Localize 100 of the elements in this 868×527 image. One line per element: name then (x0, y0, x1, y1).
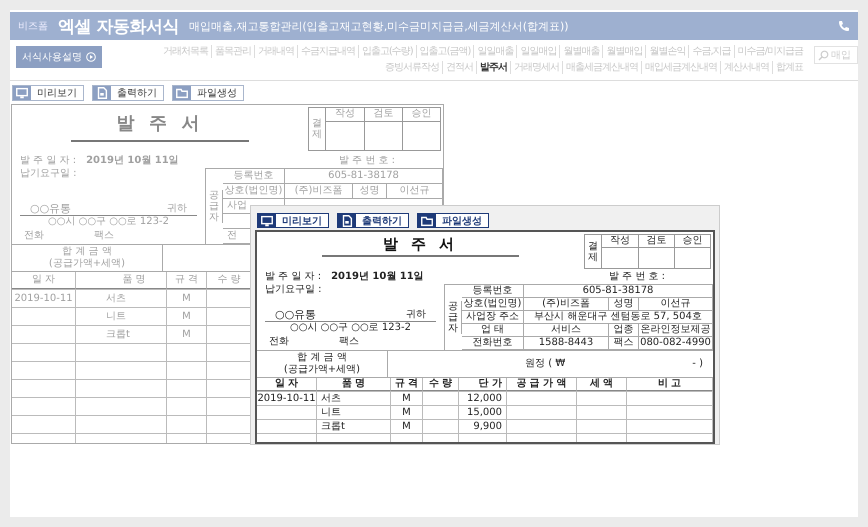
nav-link[interactable]: 월별매출 (559, 45, 602, 58)
nav-link[interactable]: 입출고(금액) (416, 45, 474, 58)
app-subtitle: 매입매출,재고통합관리(입출고재고현황,미수금미지급금,세금계산서(합계표)) (188, 18, 570, 34)
nav-link[interactable]: 수금지급내역 (296, 45, 358, 58)
recipient-address: ○○시 ○○구 ○○로 123-2 (289, 322, 412, 334)
nav-link[interactable]: 합계표 (772, 61, 806, 74)
field-label: 상호(법인명) (462, 298, 524, 311)
nav-link[interactable]: 계산서내역 (720, 61, 772, 74)
guide-button[interactable]: 서식사용설명 (16, 46, 102, 68)
nav-link[interactable]: 일일매입 (516, 45, 560, 58)
nav-link[interactable]: 거래처목록 (160, 45, 211, 58)
nav-link[interactable]: 매입세금계산내역 (641, 61, 720, 74)
table-cell: M (391, 406, 423, 419)
approval-header: 작성 (602, 235, 638, 248)
play-circle-icon (86, 52, 96, 62)
field-label: 사업장 주소 (462, 311, 524, 324)
table-cell: 2019-10-11 (12, 290, 76, 307)
honorific: 귀하 (406, 309, 426, 321)
phone-icon (838, 20, 850, 32)
column-header: 품 명 (317, 378, 391, 391)
nav-link[interactable]: 미수금/미지급금 (734, 45, 806, 58)
approval-header: 검토 (638, 235, 674, 248)
fax-label: 팩스 (339, 336, 359, 348)
field-value: (주)비즈폼 (524, 298, 609, 311)
brand-name: 비즈폼 (18, 20, 48, 33)
field-label: 사업 (227, 200, 247, 212)
table-cell: 2019-10-11 (257, 392, 317, 405)
approval-header: 승인 (402, 108, 440, 122)
field-label: 전화번호 (462, 337, 524, 350)
order-date-label: 발 주 일 자 : (20, 155, 76, 167)
nav-link[interactable]: 월별매입 (602, 45, 646, 58)
nav-link[interactable]: 수금,지급 (688, 45, 734, 58)
app-title: 엑셀 자동화서식 (58, 16, 179, 38)
recipient-address: ○○시 ○○구 ○○로 123-2 (47, 216, 170, 228)
column-header: 규 격 (391, 378, 423, 391)
column-header: 단 가 (459, 378, 507, 391)
document-icon (95, 86, 109, 100)
field-label: 상호(법인명) (223, 184, 285, 199)
total-note: (공급가액+세액) (48, 258, 126, 270)
phone-label: 전화 (269, 336, 289, 348)
create-file-button[interactable]: 파일생성 (172, 85, 244, 101)
recipient-name: ○○유통 (275, 309, 316, 321)
table-cell: M (167, 290, 207, 307)
approval-header: 승인 (674, 235, 710, 248)
table-cell: M (391, 392, 423, 405)
order-date: 2019년 10월 11일 (86, 155, 179, 167)
field-value: 605-81-38178 (285, 169, 443, 184)
fax-label: 팩스 (94, 230, 114, 242)
field-label: 등록번호 (462, 285, 524, 298)
nav-link[interactable]: 일일매출 (473, 45, 516, 58)
document-icon (340, 214, 354, 228)
table-cell: 니트 (76, 308, 167, 325)
nav-link[interactable]: 매출세금계산내역 (562, 61, 641, 74)
nav-link[interactable]: 입출고(수량) (358, 45, 416, 58)
table-cell: 15,000 (459, 406, 507, 419)
order-number-label: 발 주 번 호 : (608, 271, 665, 283)
order-date-label: 발 주 일 자 : (265, 271, 322, 283)
total-label: 합 계 금 액 (297, 352, 347, 364)
field-label: 성명 (609, 298, 639, 311)
table-cell: 크롭t (317, 420, 391, 433)
table-cell: 9,900 (459, 420, 507, 433)
table-cell: 서츠 (76, 290, 167, 307)
column-header: 비 고 (627, 378, 713, 391)
search-icon (818, 50, 829, 61)
nav-link[interactable]: 증빙서류작성 (382, 61, 442, 74)
phone-label: 전화 (24, 230, 44, 242)
preview-button[interactable]: 미리보기 (12, 85, 84, 101)
nav-link[interactable]: 품목관리 (210, 45, 254, 58)
field-label: 성명 (353, 184, 387, 199)
field-value: 부산시 해운대구 센텀동로 57, 504호 (524, 311, 713, 324)
table-cell: M (167, 308, 207, 325)
print-button[interactable]: 출력하기 (337, 213, 409, 228)
nav-link[interactable]: 거래명세서 (510, 61, 562, 74)
nav-link[interactable]: 거래내역 (254, 45, 297, 58)
column-header: 일 자 (12, 272, 76, 289)
preview-button[interactable]: 미리보기 (257, 213, 329, 228)
nav-link[interactable]: 월별손익 (645, 45, 688, 58)
form-title: 발 주 서 (71, 105, 249, 142)
field-value: 605-81-38178 (524, 285, 713, 298)
table-cell: 크롭t (76, 326, 167, 343)
field-label: 팩스 (609, 337, 639, 350)
field-value: 이선규 (387, 184, 443, 199)
table-cell: M (167, 326, 207, 343)
approval-label: 결제 (311, 118, 323, 140)
nav-link[interactable]: 견적서 (442, 61, 476, 74)
table-cell: M (391, 420, 423, 433)
field-value: 080-082-4990 (639, 337, 713, 350)
total-note: (공급가액+세액) (284, 364, 360, 376)
field-label: 등록번호 (223, 169, 285, 184)
field-value: 1588-8443 (524, 337, 609, 350)
total-amount: 원정 ( ₩ (525, 358, 566, 370)
approval-header: 작성 (326, 108, 364, 122)
form-title: 발 주 서 (322, 232, 519, 257)
folder-icon (175, 86, 189, 100)
field-label: 업종 (609, 324, 639, 337)
nav-link[interactable]: 발주서 (476, 61, 510, 74)
print-button[interactable]: 출력하기 (92, 85, 164, 101)
create-file-button[interactable]: 파일생성 (417, 213, 489, 228)
table-cell: 12,000 (459, 392, 507, 405)
total-label: 합 계 금 액 (62, 246, 112, 258)
